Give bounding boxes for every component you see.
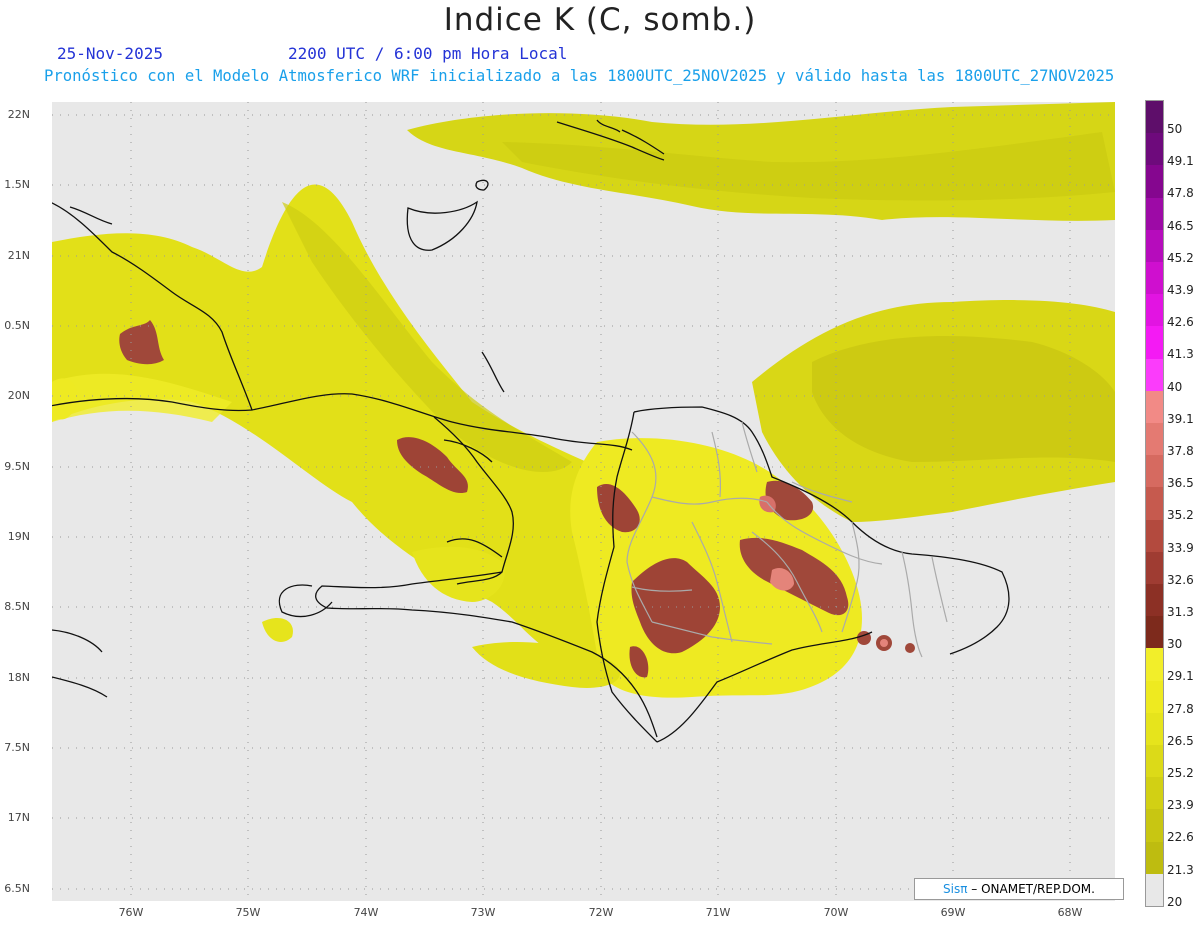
colorbar-label: 29.1 [1167, 669, 1194, 684]
colorbar-segment [1146, 712, 1163, 746]
colorbar-segment [1146, 584, 1163, 617]
forecast-description: Pronóstico con el Modelo Atmosferico WRF… [44, 67, 1115, 85]
colorbar-label: 46.5 [1167, 218, 1194, 233]
x-tick-label: 76W [118, 906, 144, 919]
colorbar-label: 32.6 [1167, 572, 1194, 587]
y-tick-label: 22N [7, 108, 30, 121]
colorbar-label: 27.8 [1167, 701, 1194, 716]
colorbar-segment [1146, 101, 1163, 134]
x-tick-label: 68W [1057, 906, 1083, 919]
k-index-field-map [52, 102, 1115, 901]
y-tick-label: 0.5N [4, 319, 30, 332]
colorbar-label: 23.9 [1167, 798, 1194, 813]
colorbar-label: 49.1 [1167, 154, 1194, 169]
colorbar-segment [1146, 294, 1163, 327]
x-tick-label: 71W [705, 906, 731, 919]
credit-org: – ONAMET/REP.DOM. [967, 882, 1095, 896]
colorbar-segment [1146, 680, 1163, 714]
colorbar-label: 42.6 [1167, 315, 1194, 330]
x-tick-label: 74W [353, 906, 379, 919]
colorbar-label: 22.6 [1167, 830, 1194, 845]
y-tick-label: 7.5N [4, 741, 30, 754]
forecast-time: 2200 UTC / 6:00 pm Hora Local [288, 44, 568, 63]
colorbar-segment [1146, 873, 1163, 907]
colorbar-segment [1146, 229, 1163, 263]
y-tick-label: 1.5N [4, 178, 30, 191]
y-tick-label: 17N [7, 811, 30, 824]
colorbar-segment [1146, 165, 1163, 199]
colorbar-label: 25.2 [1167, 766, 1194, 780]
colorbar-label: 31.3 [1167, 605, 1194, 619]
colorbar-segment [1146, 326, 1163, 360]
colorbar-segment [1146, 809, 1163, 843]
forecast-date: 25-Nov-2025 [57, 44, 163, 63]
colorbar-segment [1146, 616, 1163, 649]
y-tick-label: 6.5N [4, 882, 30, 895]
colorbar-label: 26.5 [1167, 733, 1194, 748]
colorbar-segment [1146, 841, 1163, 875]
x-tick-label: 75W [235, 906, 261, 919]
y-tick-label: 18N [7, 671, 30, 684]
y-tick-label: 8.5N [4, 600, 30, 613]
colorbar-segment [1146, 745, 1163, 778]
credit-box: Sisπ – ONAMET/REP.DOM. [914, 878, 1124, 900]
colorbar-segment [1146, 423, 1163, 456]
colorbar-label: 50 [1167, 122, 1183, 136]
y-tick-label: 9.5N [4, 460, 30, 473]
colorbar-label: 37.8 [1167, 444, 1194, 458]
colorbar-label: 43.9 [1167, 283, 1194, 297]
colorbar-label: 35.2 [1167, 508, 1194, 523]
colorbar-segment [1146, 519, 1163, 553]
colorbar-segment [1146, 777, 1163, 810]
x-tick-label: 70W [823, 906, 849, 919]
x-tick-label: 73W [470, 906, 496, 919]
x-tick-label: 72W [588, 906, 614, 919]
colorbar-label: 36.5 [1167, 476, 1194, 491]
map-title: Indice K (C, somb.) [443, 2, 757, 38]
y-tick-label: 19N [7, 530, 30, 543]
colorbar [1145, 100, 1164, 907]
colorbar-segment [1146, 551, 1163, 585]
y-tick-label: 20N [7, 389, 30, 402]
map-plot-area [52, 102, 1115, 901]
sispi-logo-text: Sisπ [943, 882, 968, 896]
colorbar-label: 20 [1167, 894, 1183, 909]
colorbar-label: 39.1 [1167, 411, 1194, 426]
colorbar-segment [1146, 648, 1163, 682]
colorbar-segment [1146, 390, 1163, 424]
colorbar-label: 47.8 [1167, 186, 1194, 201]
x-tick-label: 69W [940, 906, 966, 919]
colorbar-segment [1146, 262, 1163, 295]
colorbar-segment [1146, 487, 1163, 521]
colorbar-label: 45.2 [1167, 250, 1194, 265]
colorbar-segment [1146, 197, 1163, 231]
colorbar-label: 40 [1167, 379, 1183, 394]
colorbar-segment [1146, 133, 1163, 166]
colorbar-segment [1146, 358, 1163, 392]
colorbar-label: 30 [1167, 637, 1183, 652]
colorbar-label: 33.9 [1167, 540, 1194, 555]
colorbar-label: 21.3 [1167, 862, 1194, 877]
colorbar-segment [1146, 455, 1163, 488]
y-tick-label: 21N [7, 249, 30, 262]
colorbar-label: 41.3 [1167, 347, 1194, 362]
